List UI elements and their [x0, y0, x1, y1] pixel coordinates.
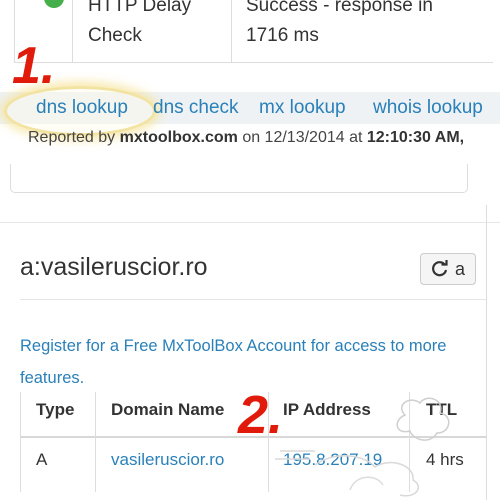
column-divider	[231, 0, 232, 62]
header-type: Type	[36, 400, 75, 419]
reported-time: 12:10:30 AM,	[366, 129, 465, 146]
result-line2: 1716 ms	[246, 25, 319, 46]
mx-lookup-link[interactable]: mx lookup	[259, 92, 346, 124]
cell-domain-link[interactable]: vasileruscior.ro	[111, 450, 224, 470]
refresh-button[interactable]: a	[420, 253, 476, 285]
column-divider	[95, 392, 96, 492]
whois-lookup-link[interactable]: whois lookup	[373, 92, 483, 124]
step-1-annotation: 1.	[12, 37, 56, 95]
dns-lookup-link[interactable]: dns lookup	[36, 92, 128, 124]
reported-by-line: Reported by mxtoolbox.com on 12/13/2014 …	[28, 129, 464, 147]
section-divider	[0, 222, 500, 223]
cell-type: A	[36, 450, 48, 469]
column-divider	[72, 0, 73, 62]
panel-border	[486, 205, 487, 500]
reported-prefix: Reported by	[28, 129, 116, 146]
cell-ttl: 4 hrs	[426, 450, 464, 469]
step-2-annotation: 2.	[238, 385, 284, 445]
table-border	[20, 392, 21, 492]
result-panel-bottom	[10, 164, 468, 193]
cell-ip-link[interactable]: 195.8.207.19	[283, 450, 382, 470]
reported-site: mxtoolbox.com	[119, 129, 238, 146]
test-name-line2: Check	[88, 25, 142, 46]
result-line1: Success - response in	[246, 0, 433, 16]
page-title: a:vasileruscior.ro	[20, 253, 208, 281]
reported-date: on 12/13/2014 at	[242, 129, 363, 146]
heading-divider	[20, 299, 486, 300]
dns-check-link[interactable]: dns check	[153, 92, 239, 124]
column-divider	[409, 392, 410, 492]
header-ip-address: IP Address	[283, 400, 371, 419]
header-domain-name: Domain Name	[111, 400, 225, 419]
test-name-line1: HTTP Delay	[88, 0, 192, 16]
header-ttl: TTL	[426, 400, 458, 419]
refresh-icon	[432, 260, 448, 277]
refresh-label: a	[454, 258, 465, 279]
